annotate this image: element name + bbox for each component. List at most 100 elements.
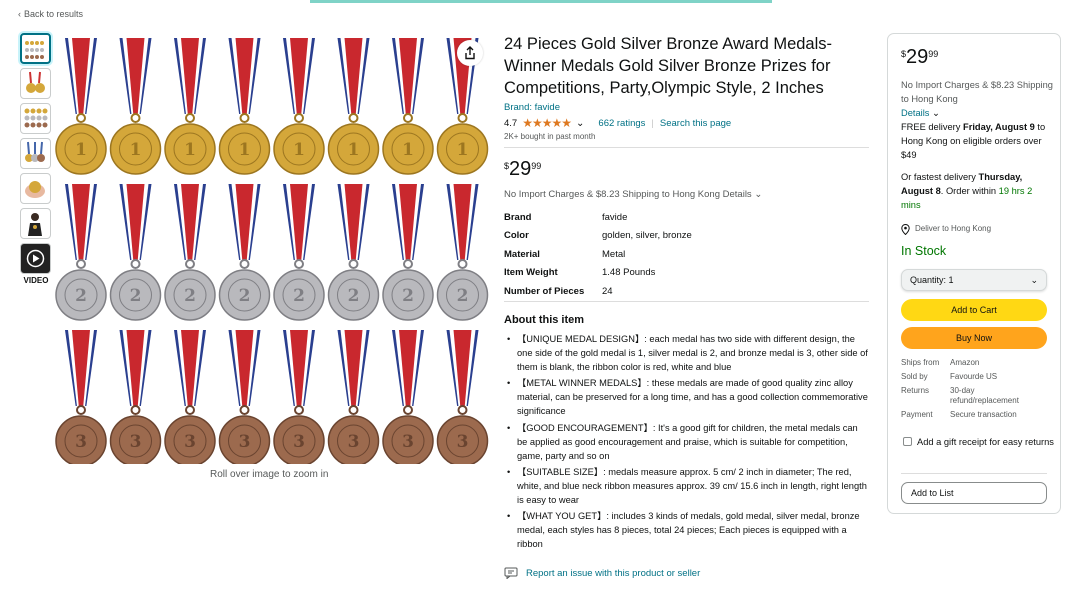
medal: 2	[436, 184, 489, 321]
product-main-image[interactable]: 1 1 1 1 1 1 1 1 2 2 2 2 2 2 2 2 3 3 3 3 3 3 3 3	[54, 36, 490, 467]
thumbnail-medals-grid[interactable]	[20, 33, 51, 64]
medal: 1	[55, 38, 107, 175]
spec-key: Material	[504, 248, 540, 260]
medal-number: 1	[130, 140, 142, 160]
video-label: VIDEO	[23, 276, 49, 285]
report-icon	[504, 567, 518, 579]
thumbnail-person-wearing-medal[interactable]	[20, 208, 51, 239]
fastest-delivery-label: Or fastest delivery	[901, 172, 976, 182]
brand-link[interactable]: Brand: favide	[504, 102, 560, 113]
price-fraction: 99	[928, 49, 939, 59]
thumbnail-medal-ribbons[interactable]	[20, 138, 51, 169]
seller-info-key: Sold by	[901, 372, 928, 381]
divider: |	[651, 117, 654, 129]
medal: 2	[273, 184, 325, 321]
medal: 3	[382, 330, 434, 467]
import-text: No Import Charges & $8.23 Shipping to Ho…	[504, 189, 720, 200]
medal: 3	[436, 330, 489, 467]
details-link[interactable]: Details ⌄	[901, 108, 940, 118]
medal: 1	[273, 38, 325, 175]
chevron-left-icon: ‹	[18, 9, 21, 19]
medal-number: 3	[75, 432, 87, 452]
seller-info-row: Ships from Amazon	[901, 358, 1040, 368]
medal-number: 2	[457, 286, 469, 306]
spec-value: Metal	[602, 248, 626, 260]
spec-key: Number of Pieces	[504, 285, 585, 297]
medal: 2	[109, 184, 162, 321]
feature-bullet: 【UNIQUE MEDAL DESIGN】: each medal has tw…	[507, 332, 870, 374]
order-within-label: . Order within	[940, 186, 997, 196]
gift-receipt-checkbox[interactable]	[903, 437, 912, 446]
price-whole: 29	[906, 46, 929, 68]
back-to-results-link[interactable]: ‹ Back to results	[18, 9, 83, 19]
chevron-down-icon: ⌄	[1030, 274, 1038, 285]
feature-bullet: 【SUITABLE SIZE】: medals measure approx. …	[507, 465, 870, 507]
add-to-cart-button[interactable]: Add to Cart	[901, 299, 1047, 321]
spec-key: Color	[504, 230, 529, 242]
product-price: $2999	[504, 158, 541, 181]
spec-value: golden, silver, bronze	[602, 230, 692, 242]
thumbnail-medal-rows[interactable]	[20, 103, 51, 134]
medal-number: 2	[348, 286, 360, 306]
page-progress-bar	[310, 0, 772, 3]
seller-info-key: Returns	[901, 386, 930, 395]
medal-number: 1	[402, 140, 414, 160]
medal-number: 1	[184, 140, 196, 160]
feature-bullet: 【METAL WINNER MEDALS】: these medals are …	[507, 376, 870, 418]
chevron-down-icon: ⌄	[932, 108, 940, 118]
feature-bullet: 【GOOD ENCOURAGEMENT】: It's a good gift f…	[507, 421, 870, 463]
medal-number: 1	[348, 140, 360, 160]
seller-info-value[interactable]: 30-day refund/replacement	[950, 386, 1040, 406]
report-issue-link[interactable]: Report an issue with this product or sel…	[504, 567, 700, 579]
medal: 3	[218, 330, 271, 467]
spec-row: Material Metal	[504, 245, 692, 264]
import-shipping-info: No Import Charges & $8.23 Shipping to Ho…	[504, 189, 762, 200]
about-heading: About this item	[504, 314, 585, 326]
spec-key: Item Weight	[504, 267, 558, 279]
star-rating-icon[interactable]: ★★★★★	[522, 116, 572, 130]
medal-number: 2	[402, 286, 414, 306]
chevron-down-icon[interactable]: ⌄	[576, 118, 584, 129]
product-title: 24 Pieces Gold Silver Bronze Award Medal…	[504, 35, 833, 97]
thumbnail-medal-in-hand[interactable]	[20, 173, 51, 204]
medal-number: 3	[130, 432, 142, 452]
medal: 3	[273, 330, 325, 467]
share-icon[interactable]	[457, 40, 483, 66]
medal-number: 2	[239, 286, 251, 306]
chevron-down-icon: ⌄	[754, 189, 763, 200]
add-to-list-button[interactable]: Add to List	[901, 482, 1047, 504]
medal: 3	[164, 330, 216, 467]
zoom-hint: Roll over image to zoom in	[210, 469, 329, 480]
deliver-to-link[interactable]: Deliver to Hong Kong	[901, 222, 1053, 236]
seller-info-row: Payment Secure transaction	[901, 410, 1040, 420]
thumbnail-medal-pair[interactable]	[20, 68, 51, 99]
seller-info-key: Payment	[901, 410, 933, 419]
seller-info-key: Ships from	[901, 358, 940, 367]
spec-key: Brand	[504, 211, 532, 223]
feature-bullets: 【UNIQUE MEDAL DESIGN】: each medal has tw…	[507, 332, 870, 553]
seller-info-row: Sold by Favourde US	[901, 372, 1040, 382]
medal-number: 1	[239, 140, 251, 160]
free-delivery-label: FREE delivery	[901, 122, 961, 132]
spec-row: Brand favide	[504, 208, 692, 227]
spec-value: favide	[602, 211, 628, 223]
buy-now-button[interactable]: Buy Now	[901, 327, 1047, 349]
rating-value: 4.7	[504, 117, 518, 129]
divider	[504, 147, 869, 148]
medal-number: 2	[184, 286, 196, 306]
medal-number: 3	[457, 432, 469, 452]
price-whole: 29	[509, 158, 532, 180]
divider	[504, 301, 869, 302]
quantity-select[interactable]: Quantity: 1 ⌄	[901, 269, 1047, 291]
gift-receipt-option[interactable]: Add a gift receipt for easy returns	[903, 435, 1054, 449]
feature-bullet: 【WHAT YOU GET】: includes 3 kinds of meda…	[507, 509, 870, 551]
thumbnail-video[interactable]	[20, 243, 51, 274]
search-page-link[interactable]: Search this page	[660, 118, 731, 129]
medal: 2	[55, 184, 107, 321]
location-pin-icon	[901, 223, 910, 235]
details-label: Details	[901, 108, 930, 118]
details-link[interactable]: Details ⌄	[723, 189, 763, 200]
ratings-count-link[interactable]: 662 ratings	[598, 118, 645, 129]
import-text: No Import Charges & $8.23 Shipping to Ho…	[901, 80, 1053, 104]
gift-receipt-label: Add a gift receipt for easy returns	[917, 437, 1054, 447]
